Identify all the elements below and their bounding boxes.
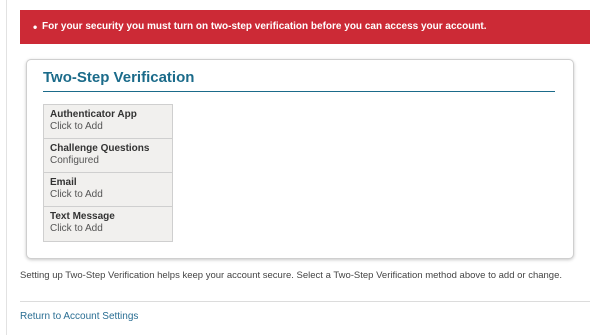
- method-status: Click to Add: [50, 121, 103, 132]
- return-to-account-settings-link[interactable]: Return to Account Settings: [20, 310, 138, 323]
- method-challenge-questions[interactable]: Challenge Questions Configured: [44, 139, 172, 173]
- method-name: Authenticator App: [50, 109, 137, 120]
- verification-method-list: Authenticator App Click to Add Challenge…: [43, 104, 173, 242]
- method-authenticator-app[interactable]: Authenticator App Click to Add: [44, 105, 172, 139]
- alert-bullet: •: [33, 20, 38, 34]
- left-border: [6, 0, 7, 335]
- method-email[interactable]: Email Click to Add: [44, 173, 172, 207]
- two-step-verification-card: Two-Step Verification Authenticator App …: [26, 59, 574, 259]
- help-text: Setting up Two-Step Verification helps k…: [20, 270, 563, 281]
- page: • For your security you must turn on two…: [0, 0, 610, 335]
- method-status: Click to Add: [50, 189, 103, 200]
- divider: [20, 301, 590, 302]
- method-text-message[interactable]: Text Message Click to Add: [44, 207, 172, 241]
- method-name: Challenge Questions: [50, 143, 150, 154]
- method-name: Text Message: [50, 211, 115, 222]
- security-alert-banner: • For your security you must turn on two…: [20, 10, 590, 44]
- card-title: Two-Step Verification: [43, 69, 195, 86]
- alert-message: For your security you must turn on two-s…: [42, 21, 487, 32]
- title-underline: [43, 91, 555, 92]
- method-status: Configured: [50, 155, 99, 166]
- method-name: Email: [50, 177, 77, 188]
- method-status: Click to Add: [50, 223, 103, 234]
